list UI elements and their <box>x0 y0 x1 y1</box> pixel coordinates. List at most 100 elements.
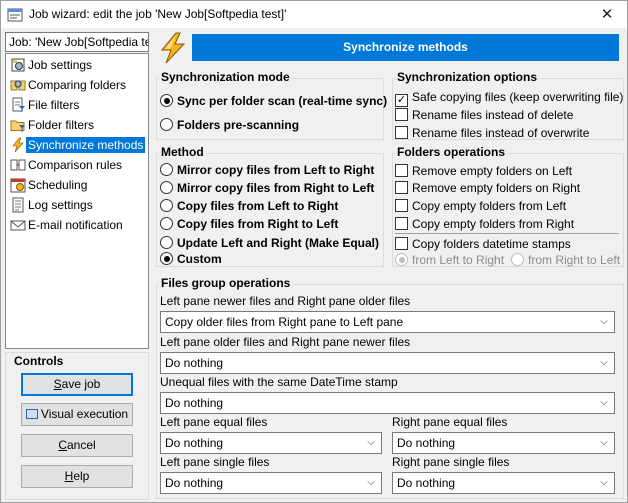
method-title: Method <box>159 145 206 159</box>
visual-execution-icon <box>25 409 38 419</box>
label-left-newer: Left pane newer files and Right pane old… <box>160 294 411 308</box>
help-button[interactable]: Help <box>21 465 133 488</box>
close-icon[interactable]: ✕ <box>587 1 627 28</box>
checkbox-rename-instead-of-delete[interactable]: Rename files instead of delete <box>395 107 573 123</box>
label-left-older: Left pane older files and Right pane new… <box>160 335 411 349</box>
email-icon <box>10 220 26 231</box>
synchronize-lightning-icon <box>160 32 186 64</box>
label-right-equal: Right pane equal files <box>392 415 508 429</box>
folders-operations-title: Folders operations <box>395 145 508 159</box>
window-title: Job wizard: edit the job 'New Job[Softpe… <box>29 7 287 21</box>
nav-item-folder-filters[interactable]: Folder filters <box>6 115 148 135</box>
folder-filter-icon <box>10 120 25 132</box>
radio-copy-left-to-right[interactable]: Copy files from Left to Right <box>160 198 338 214</box>
file-filter-icon <box>12 97 25 112</box>
nav-item-log-settings[interactable]: Log settings <box>6 195 148 215</box>
app-icon <box>7 8 23 22</box>
select-right-equal[interactable]: Do nothing ⌵ <box>392 432 615 454</box>
checkbox-indicator <box>395 199 408 212</box>
select-left-single[interactable]: Do nothing ⌵ <box>160 472 382 494</box>
radio-mirror-right-to-left[interactable]: Mirror copy files from Right to Left <box>160 180 374 196</box>
radio-indicator <box>160 217 173 230</box>
sync-icon <box>12 137 24 153</box>
label-left-equal: Left pane equal files <box>160 415 268 429</box>
job-name-field[interactable]: Job: 'New Job[Softpedia test]' <box>5 32 149 52</box>
synchronization-options-title: Synchronization options <box>395 70 539 84</box>
radio-indicator <box>160 181 173 194</box>
checkbox-indicator <box>395 217 408 230</box>
method-group: Method Mirror copy files from Left to Ri… <box>156 145 384 267</box>
select-left-newer[interactable]: Copy older files from Right pane to Left… <box>160 311 615 333</box>
nav-item-file-filters[interactable]: File filters <box>6 95 148 115</box>
checkbox-indicator <box>395 237 408 250</box>
separator <box>395 233 619 234</box>
radio-copy-right-to-left[interactable]: Copy files from Right to Left <box>160 216 338 232</box>
nav-item-synchronize-methods[interactable]: Synchronize methods <box>6 135 148 155</box>
controls-group: Controls Save job Visual execution Cance… <box>5 352 149 500</box>
radio-stamp-right-to-left[interactable]: from Right to Left <box>511 252 620 268</box>
radio-indicator <box>160 252 173 265</box>
compare-folders-icon <box>10 80 26 91</box>
cancel-button[interactable]: Cancel <box>21 434 133 457</box>
radio-folders-pre-scanning[interactable]: Folders pre-scanning <box>160 117 299 133</box>
label-left-single: Left pane single files <box>160 455 270 469</box>
nav-item-comparison-rules[interactable]: Comparison rules <box>6 155 148 175</box>
checkbox-remove-empty-left[interactable]: Remove empty folders on Left <box>395 163 572 179</box>
chevron-down-icon: ⌵ <box>600 397 608 408</box>
job-wizard-window: Job wizard: edit the job 'New Job[Softpe… <box>0 0 628 503</box>
chevron-down-icon: ⌵ <box>600 437 608 448</box>
label-unequal-same-datetime: Unequal files with the same DateTime sta… <box>160 375 398 389</box>
synchronization-mode-group: Synchronization mode Sync per folder sca… <box>156 70 387 140</box>
radio-indicator <box>160 236 173 249</box>
visual-execution-button[interactable]: Visual execution <box>21 403 133 426</box>
checkbox-indicator <box>395 164 408 177</box>
radio-indicator <box>160 163 173 176</box>
radio-indicator <box>160 94 173 107</box>
chevron-down-icon: ⌵ <box>600 477 608 488</box>
nav-item-job-settings[interactable]: Job settings <box>6 55 148 75</box>
radio-indicator <box>395 253 408 266</box>
radio-custom[interactable]: Custom <box>160 251 222 267</box>
chevron-down-icon: ⌵ <box>367 437 375 448</box>
radio-sync-per-folder-scan[interactable]: Sync per folder scan (real-time sync) <box>160 93 387 109</box>
folders-operations-group: Folders operations Remove empty folders … <box>392 145 624 268</box>
checkbox-copy-empty-right[interactable]: Copy empty folders from Right <box>395 216 574 232</box>
radio-indicator <box>160 118 173 131</box>
wizard-nav-list: Job settings Comparing folders File filt… <box>5 53 149 349</box>
radio-indicator <box>511 253 524 266</box>
checkbox-copy-datetime-stamps[interactable]: Copy folders datetime stamps <box>395 236 571 252</box>
rules-icon <box>10 159 26 171</box>
save-job-button[interactable]: Save job <box>21 373 133 396</box>
files-group-operations-group: Files group operations Left pane newer f… <box>156 276 624 499</box>
radio-indicator <box>160 199 173 212</box>
select-unequal-same-datetime[interactable]: Do nothing ⌵ <box>160 392 615 414</box>
checkbox-rename-instead-of-overwrite[interactable]: Rename files instead of overwrite <box>395 125 589 141</box>
section-header: Synchronize methods <box>192 34 619 61</box>
nav-item-scheduling[interactable]: Scheduling <box>6 175 148 195</box>
synchronization-mode-title: Synchronization mode <box>159 70 292 84</box>
radio-mirror-left-to-right[interactable]: Mirror copy files from Left to Right <box>160 162 374 178</box>
radio-update-make-equal[interactable]: Update Left and Right (Make Equal) <box>160 235 379 251</box>
files-group-operations-title: Files group operations <box>159 276 293 290</box>
nav-item-comparing-folders[interactable]: Comparing folders <box>6 75 148 95</box>
radio-stamp-left-to-right[interactable]: from Left to Right <box>395 252 504 268</box>
log-icon <box>12 197 24 213</box>
checkbox-indicator <box>395 181 408 194</box>
select-left-older[interactable]: Do nothing ⌵ <box>160 352 615 374</box>
select-left-equal[interactable]: Do nothing ⌵ <box>160 432 382 454</box>
calendar-icon <box>10 178 26 193</box>
controls-title: Controls <box>12 354 66 368</box>
chevron-down-icon: ⌵ <box>367 477 375 488</box>
checkbox-remove-empty-right[interactable]: Remove empty folders on Right <box>395 180 580 196</box>
nav-item-email-notification[interactable]: E-mail notification <box>6 215 148 235</box>
checkbox-copy-empty-left[interactable]: Copy empty folders from Left <box>395 198 566 214</box>
select-right-single[interactable]: Do nothing ⌵ <box>392 472 615 494</box>
chevron-down-icon: ⌵ <box>600 316 608 327</box>
label-right-single: Right pane single files <box>392 455 510 469</box>
chevron-down-icon: ⌵ <box>600 357 608 368</box>
checkbox-indicator: ✓ <box>395 94 408 107</box>
title-bar: Job wizard: edit the job 'New Job[Softpe… <box>1 1 627 28</box>
settings-icon <box>11 58 25 72</box>
checkbox-indicator <box>395 108 408 121</box>
checkbox-safe-copying[interactable]: ✓ Safe copying files (keep overwriting fi… <box>395 89 623 107</box>
